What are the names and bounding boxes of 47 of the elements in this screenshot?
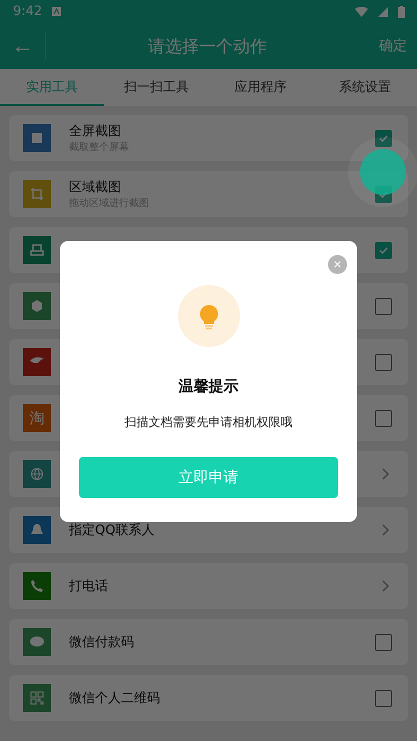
crop-icon bbox=[30, 187, 44, 201]
wifi-icon bbox=[355, 6, 368, 16]
app-icon: 淘 bbox=[23, 404, 51, 432]
close-button[interactable]: × bbox=[328, 255, 347, 274]
checkbox[interactable] bbox=[375, 130, 392, 146]
lightbulb-icon bbox=[178, 285, 240, 347]
action-title: 打电话 bbox=[69, 578, 109, 595]
scanner-icon bbox=[30, 243, 44, 257]
action-title: 指定QQ联系人 bbox=[69, 522, 156, 539]
fullscreen-icon bbox=[30, 131, 44, 145]
tab[interactable]: 实用工具 bbox=[0, 69, 104, 106]
checkbox[interactable] bbox=[375, 242, 392, 258]
chevron-icon bbox=[382, 468, 389, 480]
action-title: 全屏截图 bbox=[69, 123, 122, 140]
dialog-title: 温馨提示 bbox=[178, 377, 238, 396]
action-card[interactable]: 打电话 bbox=[9, 563, 408, 609]
status-time: 9:42 bbox=[13, 4, 42, 19]
action-title: 微信个人二维码 bbox=[69, 690, 161, 707]
globe-icon bbox=[30, 467, 44, 481]
page-title: 请选择一个动作 bbox=[147, 36, 268, 58]
tab[interactable]: 应用程序 bbox=[208, 69, 313, 106]
action-card[interactable]: 微信付款码 bbox=[9, 619, 408, 665]
confirm-button[interactable]: 确定 bbox=[369, 37, 417, 55]
action-card[interactable]: 微信个人二维码 bbox=[9, 675, 408, 721]
cube-icon bbox=[30, 299, 44, 313]
check-icon bbox=[379, 246, 388, 254]
dialog-message: 扫描文档需要先申请相机权限哦 bbox=[124, 414, 292, 431]
checkbox[interactable] bbox=[375, 634, 392, 650]
checkbox[interactable] bbox=[375, 690, 392, 706]
checkbox[interactable] bbox=[375, 354, 392, 370]
chat-bubble-icon bbox=[29, 635, 45, 649]
signal-icon bbox=[378, 6, 388, 16]
phone-icon bbox=[30, 579, 44, 593]
chevron-icon bbox=[382, 524, 389, 536]
battery-icon bbox=[398, 6, 405, 18]
tab[interactable]: 扫一扫工具 bbox=[104, 69, 208, 106]
notification-icon bbox=[52, 7, 62, 16]
back-button[interactable]: ← bbox=[0, 33, 46, 59]
check-icon bbox=[379, 134, 388, 142]
request-button[interactable]: 立即申请 bbox=[79, 457, 338, 498]
tab[interactable]: 系统设置 bbox=[312, 69, 417, 106]
chevron-icon bbox=[382, 580, 389, 592]
checkbox[interactable] bbox=[375, 410, 392, 426]
action-title: 区域截图 bbox=[69, 179, 122, 196]
qr-code-icon bbox=[30, 691, 44, 705]
checkbox[interactable] bbox=[375, 298, 392, 314]
action-title: 微信付款码 bbox=[69, 634, 135, 651]
